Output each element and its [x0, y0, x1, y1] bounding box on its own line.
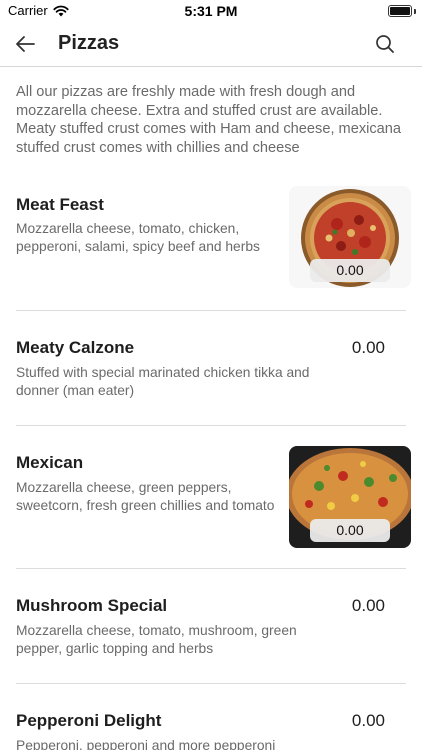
item-description: Pepperoni, pepperoni and more pepperoni — [16, 738, 276, 750]
item-image: 0.00 — [289, 186, 411, 288]
menu-item-meat-feast[interactable]: Meat Feast Mozzarella cheese, tomato, ch… — [0, 180, 422, 310]
item-description: Mozzarella cheese, tomato, mushroom, gre… — [16, 623, 297, 656]
item-image: 0.00 — [289, 446, 411, 548]
item-name: Meat Feast — [16, 195, 104, 214]
item-description: Mozzarella cheese, green peppers, sweetc… — [16, 480, 275, 513]
category-description: All our pizzas are freshly made with fre… — [16, 84, 402, 156]
back-button[interactable] — [12, 32, 40, 56]
search-icon — [376, 35, 394, 53]
item-name: Pepperoni Delight — [16, 711, 162, 730]
menu-item-mexican[interactable]: Mexican Mozzarella cheese, green peppers… — [0, 426, 422, 568]
navigation-bar: Pizzas — [0, 22, 422, 67]
item-name: Mushroom Special — [16, 596, 168, 615]
battery-cap — [414, 9, 416, 14]
item-price: 0.00 — [351, 596, 385, 615]
page-title: Pizzas — [58, 32, 120, 54]
menu-item-pepperoni-delight[interactable]: Pepperoni Delight Pepperoni, pepperoni a… — [0, 684, 422, 750]
item-price-chip: 0.00 — [310, 259, 390, 282]
item-name: Meaty Calzone — [16, 338, 135, 357]
item-price: 0.00 — [351, 338, 385, 357]
menu-item-mushroom-special[interactable]: Mushroom Special Mozzarella cheese, toma… — [0, 569, 422, 683]
item-price-chip: 0.00 — [310, 519, 390, 542]
status-bar: Carrier 5:31 PM — [0, 0, 422, 22]
item-description: Mozzarella cheese, tomato, chicken, pepp… — [16, 221, 260, 254]
item-description: Stuffed with special marinated chicken t… — [16, 365, 310, 398]
item-name: Mexican — [16, 453, 84, 472]
battery-icon — [388, 5, 412, 17]
back-arrow-icon — [16, 36, 35, 52]
status-time: 5:31 PM — [184, 3, 238, 19]
search-button[interactable] — [374, 33, 396, 55]
item-price: 0.00 — [351, 711, 385, 730]
menu-item-meaty-calzone[interactable]: Meaty Calzone Stuffed with special marin… — [0, 311, 422, 425]
